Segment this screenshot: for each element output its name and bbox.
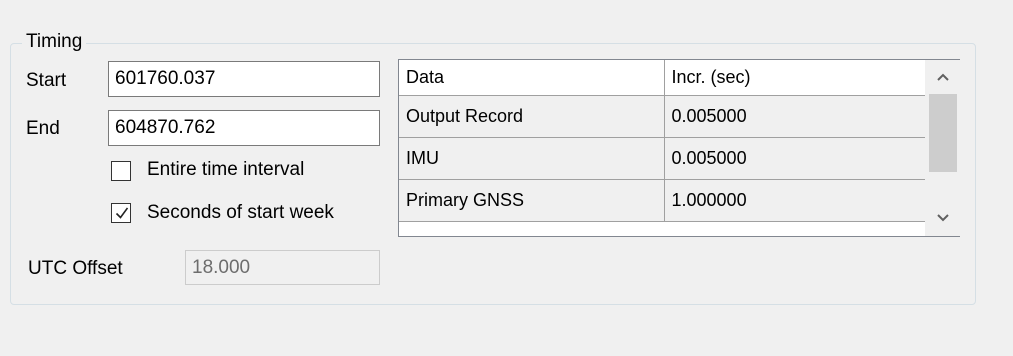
table-row[interactable]: Output Record 0.005000 bbox=[399, 94, 926, 138]
scroll-down-button[interactable] bbox=[926, 203, 960, 233]
utc-offset-label: UTC Offset bbox=[28, 258, 123, 279]
scroll-up-button[interactable] bbox=[926, 62, 960, 92]
column-header-increment[interactable]: Incr. (sec) bbox=[664, 60, 926, 96]
start-input[interactable]: 601760.037 bbox=[108, 61, 380, 97]
end-label: End bbox=[26, 118, 60, 139]
table-cell-increment[interactable]: 0.005000 bbox=[664, 94, 926, 138]
table-cell-increment[interactable]: 1.000000 bbox=[664, 178, 926, 222]
table-cell-data[interactable]: Output Record bbox=[399, 94, 665, 138]
end-input[interactable]: 604870.762 bbox=[108, 110, 380, 146]
table-row[interactable]: IMU 0.005000 bbox=[399, 136, 926, 180]
timing-table: Data Incr. (sec) Output Record 0.005000 … bbox=[399, 60, 926, 222]
timing-group-title: Timing bbox=[22, 31, 87, 53]
entire-time-interval-checkbox[interactable] bbox=[111, 161, 131, 181]
utc-offset-input: 18.000 bbox=[185, 250, 380, 285]
entire-time-interval-label[interactable]: Entire time interval bbox=[147, 159, 304, 181]
scrollbar-thumb[interactable] bbox=[929, 94, 957, 172]
utc-offset-value: 18.000 bbox=[192, 256, 251, 278]
chevron-down-icon bbox=[937, 214, 949, 222]
chevron-up-icon bbox=[937, 73, 949, 81]
table-cell-increment[interactable]: 0.005000 bbox=[664, 136, 926, 180]
table-cell-data[interactable]: Primary GNSS bbox=[399, 178, 665, 222]
start-input-value: 601760.037 bbox=[115, 68, 216, 89]
check-icon bbox=[115, 207, 129, 219]
seconds-of-start-week-checkbox[interactable] bbox=[111, 203, 131, 223]
seconds-of-start-week-label[interactable]: Seconds of start week bbox=[147, 202, 334, 224]
table-cell-data[interactable]: IMU bbox=[399, 136, 665, 180]
table-row[interactable]: Primary GNSS 1.000000 bbox=[399, 178, 926, 222]
timing-data-grid[interactable]: Data Incr. (sec) Output Record 0.005000 … bbox=[398, 59, 960, 237]
column-header-data[interactable]: Data bbox=[399, 60, 665, 96]
table-header-row: Data Incr. (sec) bbox=[399, 60, 926, 96]
start-label: Start bbox=[26, 70, 67, 91]
vertical-scrollbar[interactable] bbox=[925, 60, 960, 236]
end-input-value: 604870.762 bbox=[115, 117, 216, 138]
